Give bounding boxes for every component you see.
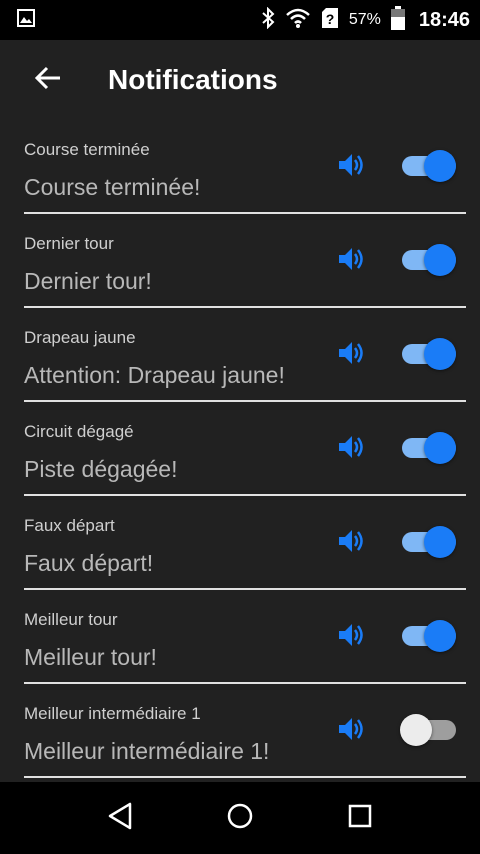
- arrow-back-icon: [34, 64, 62, 97]
- nav-home-button[interactable]: [210, 788, 270, 848]
- list-item[interactable]: Meilleur intermédiaire 1 Meilleur interm…: [24, 684, 466, 778]
- notification-toggle[interactable]: [402, 432, 456, 464]
- toggle-knob: [424, 150, 456, 182]
- notification-toggle[interactable]: [402, 620, 456, 652]
- speaker-icon[interactable]: [336, 338, 366, 368]
- toggle-knob: [424, 620, 456, 652]
- nav-recents-button[interactable]: [330, 788, 390, 848]
- bluetooth-icon: [261, 6, 275, 34]
- notification-label: Meilleur intermédiaire 1: [24, 704, 201, 723]
- speaker-icon[interactable]: [336, 620, 366, 650]
- notification-message[interactable]: Piste dégagée!: [24, 456, 177, 483]
- app-bar: Notifications: [0, 40, 480, 120]
- list-item[interactable]: Faux départ Faux départ!: [24, 496, 466, 590]
- notification-toggle[interactable]: [400, 714, 456, 746]
- back-triangle-icon: [106, 801, 134, 836]
- list-item[interactable]: Circuit dégagé Piste dégagée!: [24, 402, 466, 496]
- battery-percent: 57%: [348, 11, 381, 28]
- list-item[interactable]: Meilleur tour Meilleur tour!: [24, 590, 466, 684]
- notification-label: Meilleur tour: [24, 610, 118, 629]
- notification-label: Dernier tour: [24, 234, 114, 253]
- notification-message[interactable]: Dernier tour!: [24, 268, 152, 295]
- list-item[interactable]: Drapeau jaune Attention: Drapeau jaune!: [24, 308, 466, 402]
- recents-square-icon: [347, 803, 373, 834]
- sim-unknown-icon: ?: [321, 7, 339, 34]
- notifications-list: Course terminée Course terminée! Dernier…: [0, 120, 480, 782]
- notification-label: Circuit dégagé: [24, 422, 134, 441]
- battery-icon: [390, 5, 405, 35]
- notification-message[interactable]: Meilleur tour!: [24, 644, 157, 671]
- speaker-icon[interactable]: [336, 150, 366, 180]
- home-circle-icon: [226, 802, 254, 835]
- toggle-knob: [400, 714, 432, 746]
- speaker-icon[interactable]: [336, 432, 366, 462]
- notification-message[interactable]: Course terminée!: [24, 174, 200, 201]
- notification-label: Course terminée: [24, 140, 150, 159]
- notification-toggle[interactable]: [402, 150, 456, 182]
- notification-toggle[interactable]: [402, 338, 456, 370]
- nav-back-button[interactable]: [90, 788, 150, 848]
- status-right: ? 57% 18:46: [261, 5, 470, 35]
- system-nav-bar: [0, 782, 480, 854]
- list-item[interactable]: Dernier tour Dernier tour!: [24, 214, 466, 308]
- list-item[interactable]: Course terminée Course terminée!: [24, 120, 466, 214]
- notification-toggle[interactable]: [402, 526, 456, 558]
- status-bar: ? 57% 18:46: [0, 0, 480, 40]
- toggle-knob: [424, 338, 456, 370]
- page-title: Notifications: [108, 64, 278, 95]
- toggle-knob: [424, 244, 456, 276]
- speaker-icon[interactable]: [336, 526, 366, 556]
- notification-label: Drapeau jaune: [24, 328, 136, 347]
- toggle-knob: [424, 526, 456, 558]
- svg-text:?: ?: [326, 11, 335, 27]
- image-icon: [16, 8, 36, 33]
- speaker-icon[interactable]: [336, 244, 366, 274]
- notification-message[interactable]: Attention: Drapeau jaune!: [24, 362, 285, 389]
- wifi-icon: [285, 7, 311, 34]
- speaker-icon[interactable]: [336, 714, 366, 744]
- back-button[interactable]: [24, 56, 72, 104]
- notification-label: Faux départ: [24, 516, 115, 535]
- notification-toggle[interactable]: [402, 244, 456, 276]
- status-left: [16, 8, 261, 33]
- status-time: 18:46: [418, 8, 470, 31]
- notification-message[interactable]: Meilleur intermédiaire 1!: [24, 738, 269, 765]
- toggle-knob: [424, 432, 456, 464]
- notification-message[interactable]: Faux départ!: [24, 550, 153, 577]
